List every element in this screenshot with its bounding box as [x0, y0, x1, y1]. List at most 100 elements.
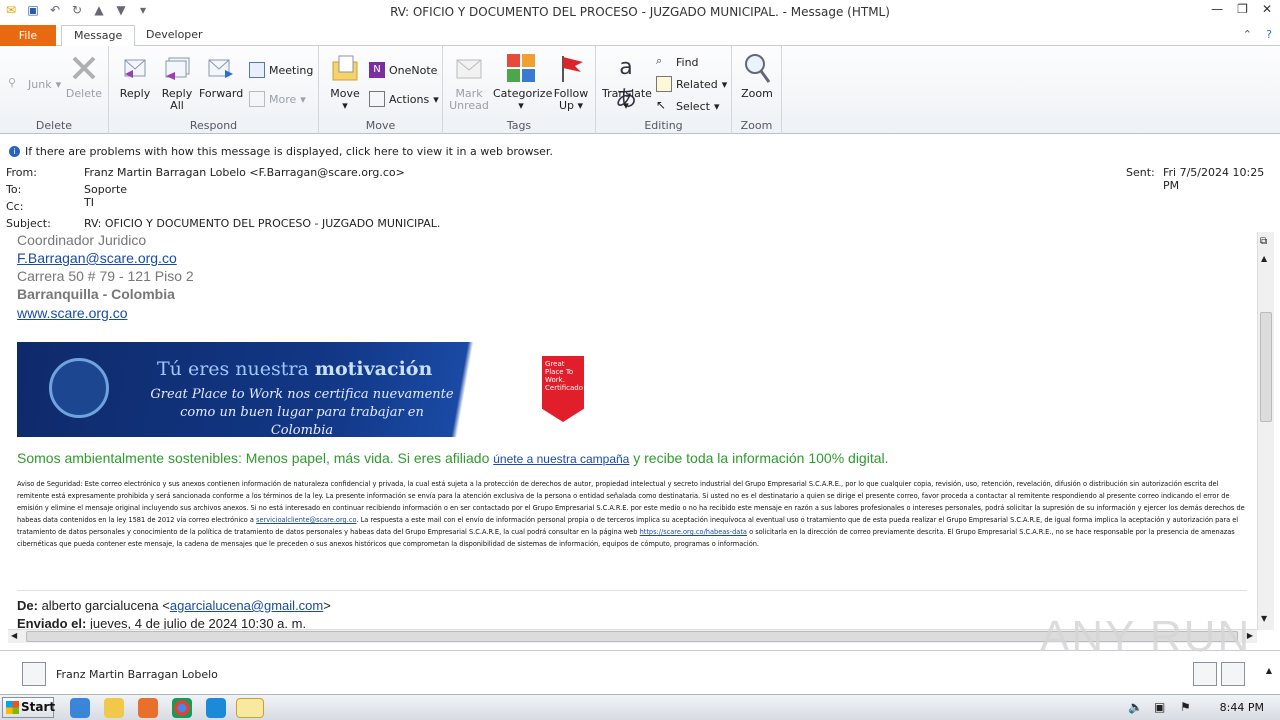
- meeting-button[interactable]: Meeting: [249, 62, 313, 78]
- taskbar-clock[interactable]: 8:44 PM: [1220, 701, 1264, 714]
- taskbar: Start 🔈 ▣ ⚑ 8:44 PM: [0, 694, 1280, 720]
- vertical-scrollbar[interactable]: ⧉ ▲ ▼: [1257, 232, 1274, 630]
- junk-button[interactable]: ⚲ Junk ▾: [8, 76, 61, 92]
- fw-from-name: alberto garcialucena <: [37, 598, 170, 613]
- forward-button[interactable]: Forward: [199, 52, 243, 100]
- tab-message[interactable]: Message: [61, 25, 136, 47]
- to-value[interactable]: Soporte TI: [84, 183, 127, 209]
- green-text-a: Somos ambientalmente sostenibles: Menos …: [17, 450, 494, 466]
- onenote-button[interactable]: N OneNote: [369, 62, 437, 78]
- campaign-link[interactable]: únete a nuestra campaña: [493, 452, 629, 466]
- group-label: Delete: [35, 119, 73, 132]
- green-text-b: y recibe toda la información 100% digita…: [629, 450, 889, 466]
- categorize-button[interactable]: Categorize ▾: [493, 52, 552, 112]
- minimize-icon[interactable]: —: [1211, 2, 1223, 16]
- group-label: Editing: [644, 119, 683, 132]
- network-icon[interactable]: ▣: [1154, 700, 1165, 714]
- window-controls: — ❐ ✕: [1211, 2, 1272, 16]
- more-icon: [249, 91, 265, 107]
- subject-value: RV: OFICIO Y DOCUMENTO DEL PROCESO - JUZ…: [84, 217, 441, 230]
- flag-tray-icon[interactable]: ⚑: [1180, 700, 1191, 714]
- habeas-data-link[interactable]: https://scare.org.co/habeas-data: [640, 528, 747, 536]
- follow-up-button[interactable]: Follow Up ▾: [551, 52, 591, 112]
- people-avatar-1[interactable]: [1193, 662, 1217, 686]
- fw-from-close: >: [323, 598, 331, 613]
- tab-developer[interactable]: Developer: [134, 25, 215, 47]
- ie-icon[interactable]: [70, 698, 90, 718]
- reply-icon: [119, 52, 151, 84]
- volume-icon[interactable]: 🔈: [1128, 700, 1143, 714]
- forward-separator: [17, 590, 1247, 591]
- close-icon[interactable]: ✕: [1262, 2, 1272, 16]
- move-group: Move ▾ N OneNote Actions ▾ Move: [319, 46, 443, 134]
- binoculars-icon: ⌕: [656, 54, 663, 67]
- message-body[interactable]: Coordinador Juridico F.Barragan@scare.or…: [8, 232, 1258, 630]
- signature-website-link[interactable]: www.scare.org.co: [17, 305, 127, 321]
- service-email-link[interactable]: servicioalcliente@scare.org.co: [256, 516, 356, 524]
- sent-value: Fri 7/5/2024 10:25 PM: [1163, 166, 1265, 192]
- sent-label: Sent:: [1126, 166, 1155, 179]
- help-icon[interactable]: ?: [1266, 28, 1272, 41]
- banner-headline: Tú eres nuestra motivación: [157, 358, 432, 380]
- start-label: Start: [21, 700, 56, 714]
- banner-line3: como un buen lugar para trabajar en Colo…: [180, 405, 424, 438]
- explorer-icon[interactable]: [104, 698, 124, 718]
- title-bar: ✉ ▣ ↶ ↻ ▲ ▼ ▾ RV: OFICIO Y DOCUMENTO DEL…: [0, 0, 1280, 24]
- gptw-badge: Great Place To Work. Certificado: [542, 356, 584, 422]
- chrome-icon[interactable]: [172, 698, 192, 718]
- reply-all-icon: [161, 52, 193, 84]
- actions-button[interactable]: Actions ▾: [369, 91, 439, 107]
- more-button[interactable]: More ▾: [249, 91, 306, 107]
- start-button[interactable]: Start: [2, 697, 56, 718]
- media-player-icon[interactable]: [138, 698, 158, 718]
- gptw-banner[interactable]: Tú eres nuestra motivación Great Place t…: [17, 342, 531, 438]
- scroll-down-icon[interactable]: ▼: [1261, 614, 1267, 623]
- collapse-ribbon-icon[interactable]: ⌃: [1243, 28, 1252, 41]
- expand-people-pane-icon[interactable]: ▲: [1266, 666, 1272, 675]
- mark-unread-button[interactable]: Mark Unread: [449, 52, 489, 112]
- sender-avatar[interactable]: [22, 662, 46, 686]
- group-label: Respond: [189, 119, 238, 132]
- zoom-button[interactable]: Zoom: [736, 52, 778, 100]
- info-bar-text: If there are problems with how this mess…: [25, 145, 553, 158]
- tab-file[interactable]: File: [0, 25, 56, 46]
- translate-button[interactable]: aあ Translate ▾: [602, 52, 652, 112]
- restore-icon[interactable]: ❐: [1237, 2, 1248, 16]
- info-bar[interactable]: i If there are problems with how this me…: [0, 142, 1280, 160]
- signature-title: Coordinador Juridico: [17, 232, 147, 248]
- people-pane-name[interactable]: Franz Martin Barragan Lobelo: [56, 668, 218, 681]
- scroll-thumb[interactable]: [1260, 312, 1272, 422]
- ribbon-tabs: File Message Developer ⌃ ?: [0, 24, 1280, 47]
- edge-icon[interactable]: [206, 698, 226, 718]
- select-button[interactable]: ↖ Select ▾: [656, 98, 719, 114]
- people-avatar-2[interactable]: [1221, 662, 1245, 686]
- outlook-taskbar-icon[interactable]: [236, 698, 264, 718]
- to-label: To:: [6, 183, 22, 196]
- fw-from-email-link[interactable]: agarcialucena@gmail.com: [170, 598, 323, 613]
- from-value[interactable]: Franz Martin Barragan Lobelo <F.Barragan…: [84, 166, 405, 179]
- delete-group: ⚲ Junk ▾ Delete Delete: [0, 46, 109, 134]
- respond-group: Reply Reply All Forward Meeting More ▾ Res…: [109, 46, 319, 134]
- calendar-icon: [249, 62, 265, 78]
- compare-icon[interactable]: ⧉: [1260, 236, 1267, 247]
- security-disclaimer: Aviso de Seguridad: Este correo electrón…: [17, 478, 1247, 550]
- green-campaign-text: Somos ambientalmente sostenibles: Menos …: [17, 450, 889, 466]
- reply-button[interactable]: Reply: [115, 52, 155, 100]
- reply-all-button[interactable]: Reply All: [157, 52, 197, 112]
- delete-button[interactable]: Delete: [64, 52, 104, 100]
- find-button[interactable]: ⌕ Find: [656, 54, 699, 70]
- forwarded-sent: Enviado el: jueves, 4 de julio de 2024 1…: [17, 616, 306, 630]
- signature-email-link[interactable]: F.Barragan@scare.org.co: [17, 250, 177, 266]
- ribbon: ⚲ Junk ▾ Delete Delete Reply Reply All Forw…: [0, 46, 1280, 134]
- move-button[interactable]: Move ▾: [325, 52, 365, 112]
- envelope-icon: [453, 52, 485, 84]
- fw-sent-value: jueves, 4 de julio de 2024 10:30 a. m.: [86, 616, 307, 630]
- scroll-left-icon[interactable]: ◀: [11, 631, 17, 640]
- actions-icon: [369, 91, 385, 107]
- related-button[interactable]: Related ▾: [656, 76, 727, 92]
- scroll-up-icon[interactable]: ▲: [1261, 254, 1267, 263]
- info-icon: i: [9, 146, 20, 157]
- editing-group: aあ Translate ▾ ⌕ Find Related ▾ ↖ Select ▾ Ed…: [596, 46, 732, 134]
- fw-from-label: De:: [17, 598, 38, 613]
- translate-icon: aあ: [614, 55, 637, 112]
